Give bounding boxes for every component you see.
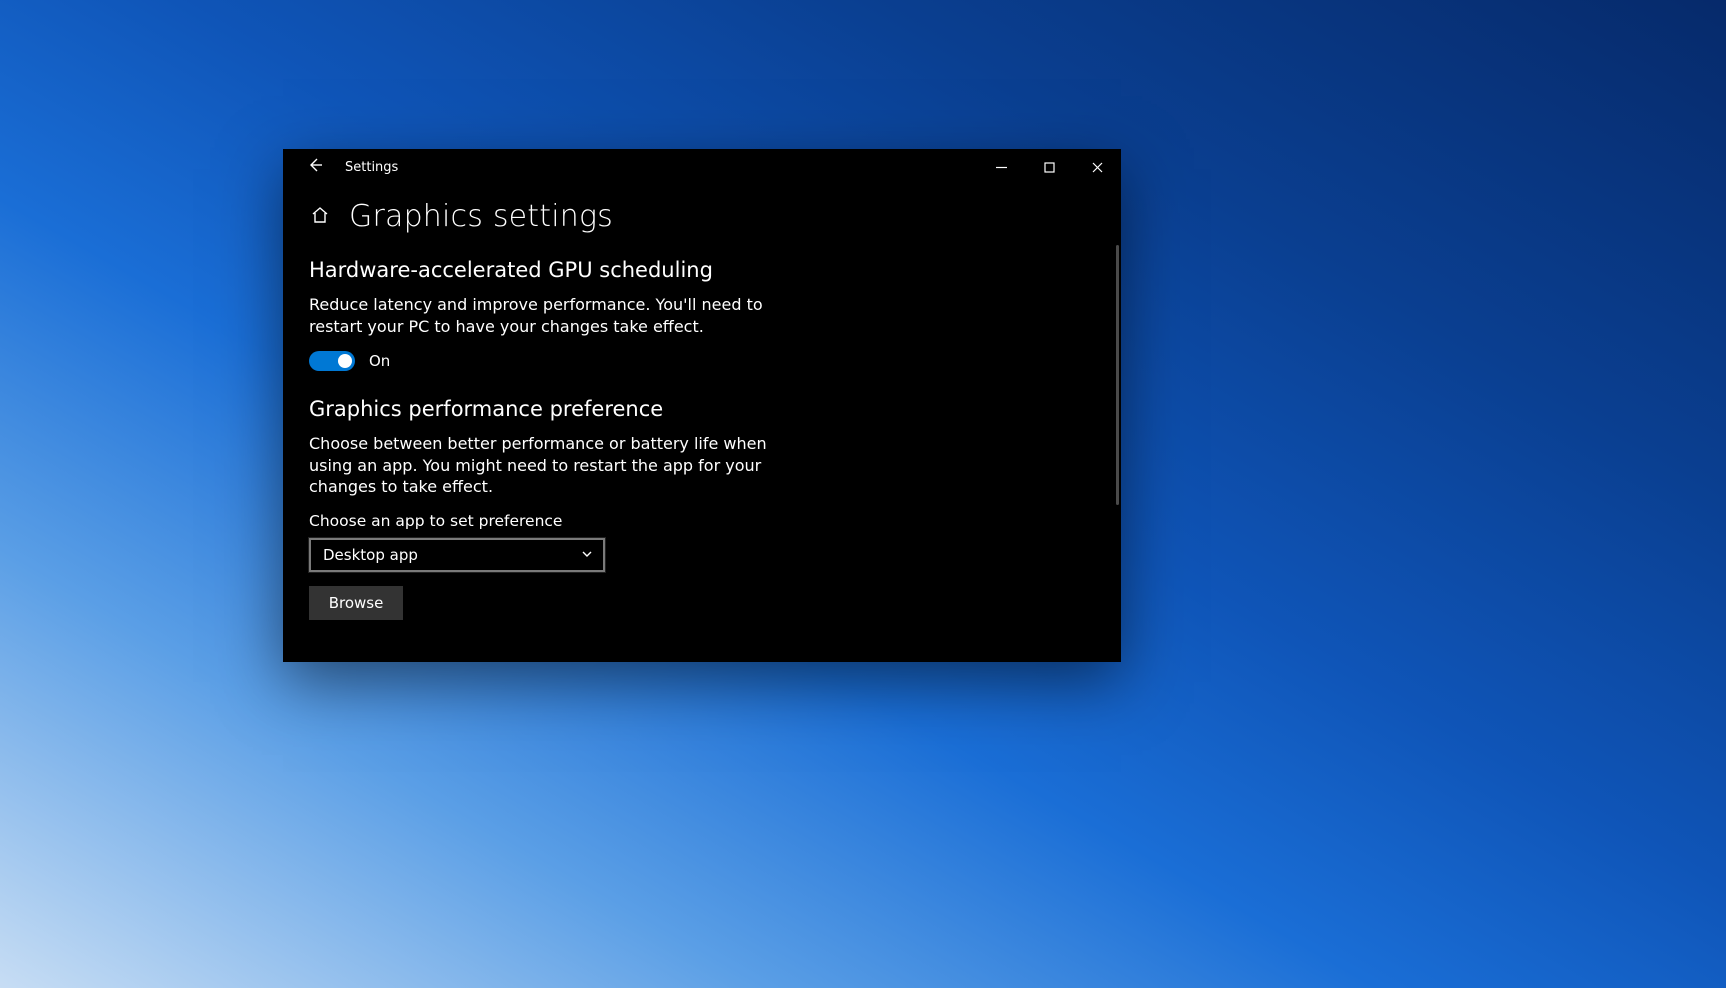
gpu-scheduling-toggle-label: On: [369, 352, 390, 370]
back-button[interactable]: [301, 153, 329, 181]
minimize-icon: [996, 158, 1007, 177]
close-icon: [1092, 158, 1103, 177]
window-controls: [977, 149, 1121, 185]
back-arrow-icon: [307, 157, 323, 177]
gpu-scheduling-description: Reduce latency and improve performance. …: [309, 294, 779, 337]
home-button[interactable]: [309, 206, 331, 228]
settings-window: Settings: [283, 149, 1121, 662]
chevron-down-icon: [581, 545, 593, 564]
gpu-scheduling-toggle-row: On: [309, 351, 1095, 371]
titlebar: Settings: [283, 149, 1121, 185]
page-title: Graphics settings: [349, 199, 613, 234]
app-title: Settings: [345, 160, 398, 175]
app-type-dropdown[interactable]: Desktop app: [309, 538, 605, 572]
gpu-scheduling-heading: Hardware-accelerated GPU scheduling: [309, 258, 1095, 282]
performance-preference-heading: Graphics performance preference: [309, 397, 1095, 421]
maximize-icon: [1044, 158, 1055, 177]
choose-app-label: Choose an app to set preference: [309, 512, 1095, 530]
minimize-button[interactable]: [977, 149, 1025, 185]
performance-preference-section: Graphics performance preference Choose b…: [309, 397, 1095, 620]
toggle-knob: [338, 354, 352, 368]
maximize-button[interactable]: [1025, 149, 1073, 185]
home-icon: [310, 205, 330, 229]
close-button[interactable]: [1073, 149, 1121, 185]
performance-preference-description: Choose between better performance or bat…: [309, 433, 779, 498]
gpu-scheduling-section: Hardware-accelerated GPU scheduling Redu…: [309, 258, 1095, 371]
content-area: Graphics settings Hardware-accelerated G…: [283, 185, 1121, 662]
browse-button[interactable]: Browse: [309, 586, 403, 620]
scrollbar[interactable]: [1116, 245, 1119, 505]
page-header: Graphics settings: [309, 199, 1095, 234]
dropdown-selected-value: Desktop app: [323, 546, 418, 564]
gpu-scheduling-toggle[interactable]: [309, 351, 355, 371]
